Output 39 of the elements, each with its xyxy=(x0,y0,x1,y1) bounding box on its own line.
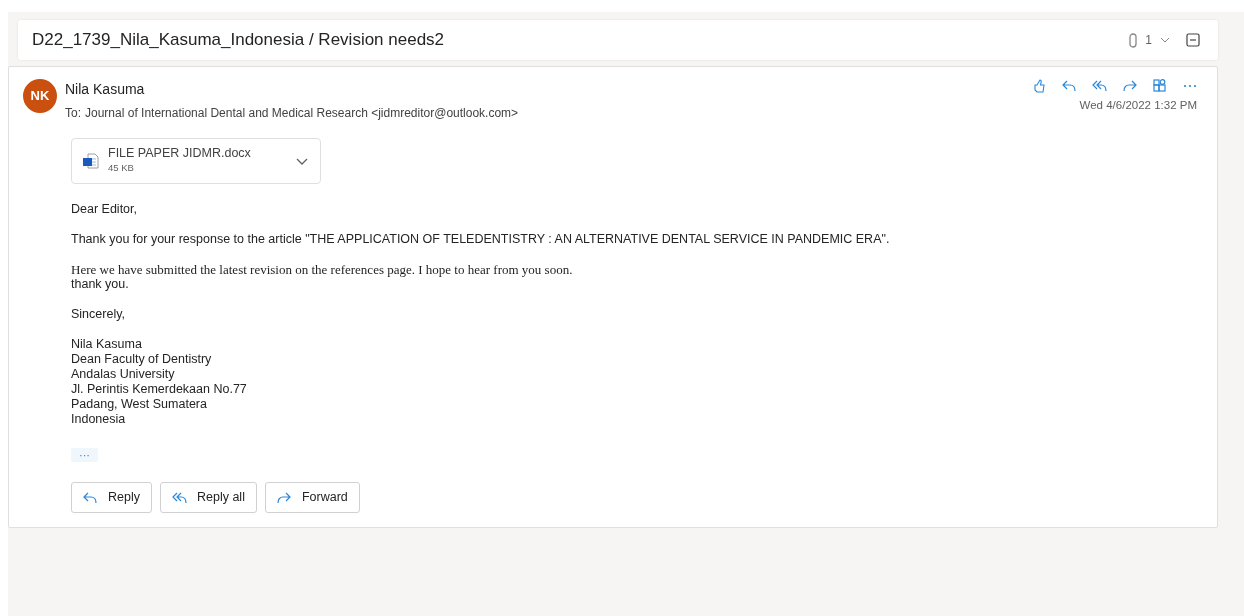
like-icon[interactable] xyxy=(1032,79,1046,93)
forward-icon[interactable] xyxy=(1123,80,1137,92)
to-label: To: xyxy=(65,105,81,122)
reply-all-button[interactable]: Reply all xyxy=(159,482,257,513)
subject-title: D22_1739_Nila_Kasuma_Indonesia / Revision needs2 xyxy=(32,29,445,52)
sender-name[interactable]: Nila Kasuma xyxy=(65,79,1032,100)
avatar: NK xyxy=(23,79,57,113)
reply-all-icon xyxy=(171,491,187,504)
show-more-button[interactable]: ··· xyxy=(71,448,98,462)
word-document-icon xyxy=(82,152,100,170)
collapse-icon[interactable] xyxy=(1186,33,1200,47)
body-text: Thank you for your response to the article "THE APPLICATION OF TELEDENTISTRY : AN ALTERNATIVE DENTAL SERVICE IN PANDEMIC ERA". xyxy=(71,232,891,247)
signature-line: Jl. Perintis Kemerdekaan No.77 xyxy=(71,382,248,397)
body-text: Here we have submitted the latest revision on the references page. I hope to hear from you soon. xyxy=(71,262,574,277)
signature-line: Indonesia xyxy=(71,412,127,427)
chevron-down-icon[interactable] xyxy=(296,157,308,165)
message-date: Wed 4/6/2022 1:32 PM xyxy=(1079,98,1197,113)
reply-icon xyxy=(83,491,98,504)
signature-line: Padang, West Sumatera xyxy=(71,397,208,412)
body-text: Sincerely, xyxy=(71,307,126,322)
attachment-count[interactable]: 1 xyxy=(1145,31,1152,49)
signature-line: Andalas University xyxy=(71,367,176,382)
recipient-text[interactable]: Journal of International Dental and Medical Research <jidmreditor@outlook.com> xyxy=(85,104,519,122)
attachment-card[interactable]: FILE PAPER JIDMR.docx 45 KB xyxy=(71,138,321,184)
forward-icon xyxy=(276,491,292,504)
more-icon[interactable] xyxy=(1183,84,1197,88)
body-text: Dear Editor, xyxy=(71,202,138,217)
attachment-name: FILE PAPER JIDMR.docx xyxy=(108,146,252,162)
forward-button[interactable]: Forward xyxy=(264,482,360,513)
body-text: thank you. xyxy=(71,277,130,292)
signature-line: Dean Faculty of Dentistry xyxy=(71,352,213,367)
reply-all-icon[interactable] xyxy=(1092,80,1107,92)
reply-icon[interactable] xyxy=(1062,80,1076,92)
chevron-down-icon[interactable] xyxy=(1160,37,1170,43)
signature-line: Nila Kasuma xyxy=(71,337,143,352)
reply-button[interactable]: Reply xyxy=(71,482,152,513)
apps-icon[interactable] xyxy=(1153,79,1167,93)
paperclip-icon xyxy=(1129,32,1138,48)
attachment-size: 45 KB xyxy=(108,161,135,176)
